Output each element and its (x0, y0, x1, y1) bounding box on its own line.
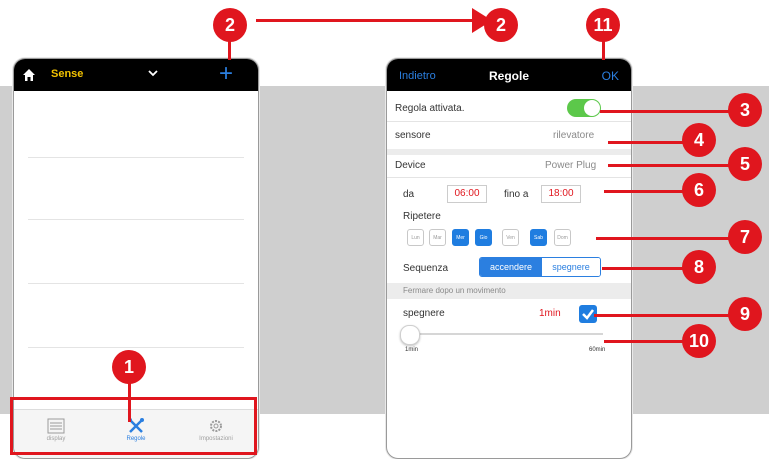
sensor-value[interactable]: rilevatore (553, 130, 594, 141)
day-fri[interactable]: Ven (502, 229, 519, 246)
callout-badge: 2 (213, 8, 247, 42)
page-title: Regole (488, 69, 529, 83)
to-time-field[interactable]: 18:00 (541, 185, 581, 203)
callout-line (602, 267, 684, 270)
tab-bar-highlight (10, 397, 257, 455)
callout-badge: 7 (728, 220, 762, 254)
sequence-segmented-control: accendere spegnere (479, 257, 601, 277)
callout-line (128, 378, 131, 422)
list-divider (28, 219, 244, 220)
sequence-label: Sequenza (403, 263, 449, 274)
sensor-label: sensore (395, 130, 431, 141)
device-value[interactable]: Power Plug (545, 160, 596, 171)
stop-after-movement-label: Fermare dopo un movimento (403, 286, 506, 295)
day-thu[interactable]: Gio (475, 229, 492, 246)
callout-badge: 11 (586, 8, 620, 42)
location-selector-value[interactable]: Sense (51, 68, 83, 80)
callout-line (608, 164, 732, 167)
day-sun[interactable]: Dom (554, 229, 571, 246)
callout-line (594, 314, 732, 317)
top-bar: Sense + (14, 59, 258, 91)
row-divider (387, 121, 631, 122)
callout-badge: 2 (484, 8, 518, 42)
list-divider (28, 157, 244, 158)
from-label: da (403, 189, 415, 200)
callout-badge: 3 (728, 93, 762, 127)
callout-badge: 8 (682, 250, 716, 284)
section-separator (387, 149, 631, 155)
duration-slider-handle[interactable] (400, 325, 420, 345)
list-divider (28, 283, 244, 284)
callout-line (604, 190, 684, 193)
toggle-knob (584, 100, 600, 116)
callout-line (600, 110, 732, 113)
slider-max-label: 60min (589, 347, 606, 353)
chevron-down-icon[interactable] (148, 68, 158, 78)
off-label: spegnere (403, 308, 445, 319)
callout-badge: 10 (682, 324, 716, 358)
callout-badge: 9 (728, 297, 762, 331)
callout-line (608, 141, 684, 144)
repeat-label: Ripetere (403, 211, 441, 222)
add-button[interactable]: + (219, 62, 233, 86)
nav-bar: Indietro Regole OK (387, 59, 631, 91)
phone-right: Indietro Regole OK Regola attivata. sens… (386, 58, 632, 459)
day-wed[interactable]: Mer (452, 229, 469, 246)
sequence-option-on[interactable]: accendere (480, 258, 542, 276)
list-divider (28, 347, 244, 348)
device-label: Device (395, 160, 426, 171)
from-time-field[interactable]: 06:00 (447, 185, 487, 203)
rule-enabled-label: Regola attivata. (395, 103, 465, 114)
callout-badge: 6 (682, 173, 716, 207)
sequence-option-off[interactable]: spegnere (542, 258, 600, 276)
to-label: fino a (504, 189, 529, 200)
day-sat[interactable]: Sab (530, 229, 547, 246)
duration-slider-track[interactable] (407, 333, 603, 335)
off-duration-value: 1min (539, 308, 561, 319)
callout-line (596, 237, 732, 240)
callout-badge: 4 (682, 123, 716, 157)
ok-button[interactable]: OK (602, 69, 619, 83)
callout-badge: 1 (112, 350, 146, 384)
slider-min-label: 1min (405, 347, 419, 353)
row-divider (387, 177, 631, 178)
callout-badge: 5 (728, 147, 762, 181)
day-mon[interactable]: Lun (407, 229, 424, 246)
home-icon[interactable] (22, 68, 36, 82)
callout-line (604, 340, 684, 343)
day-tue[interactable]: Mar (429, 229, 446, 246)
arrow-line (256, 19, 484, 22)
rule-enabled-toggle[interactable] (567, 99, 601, 117)
